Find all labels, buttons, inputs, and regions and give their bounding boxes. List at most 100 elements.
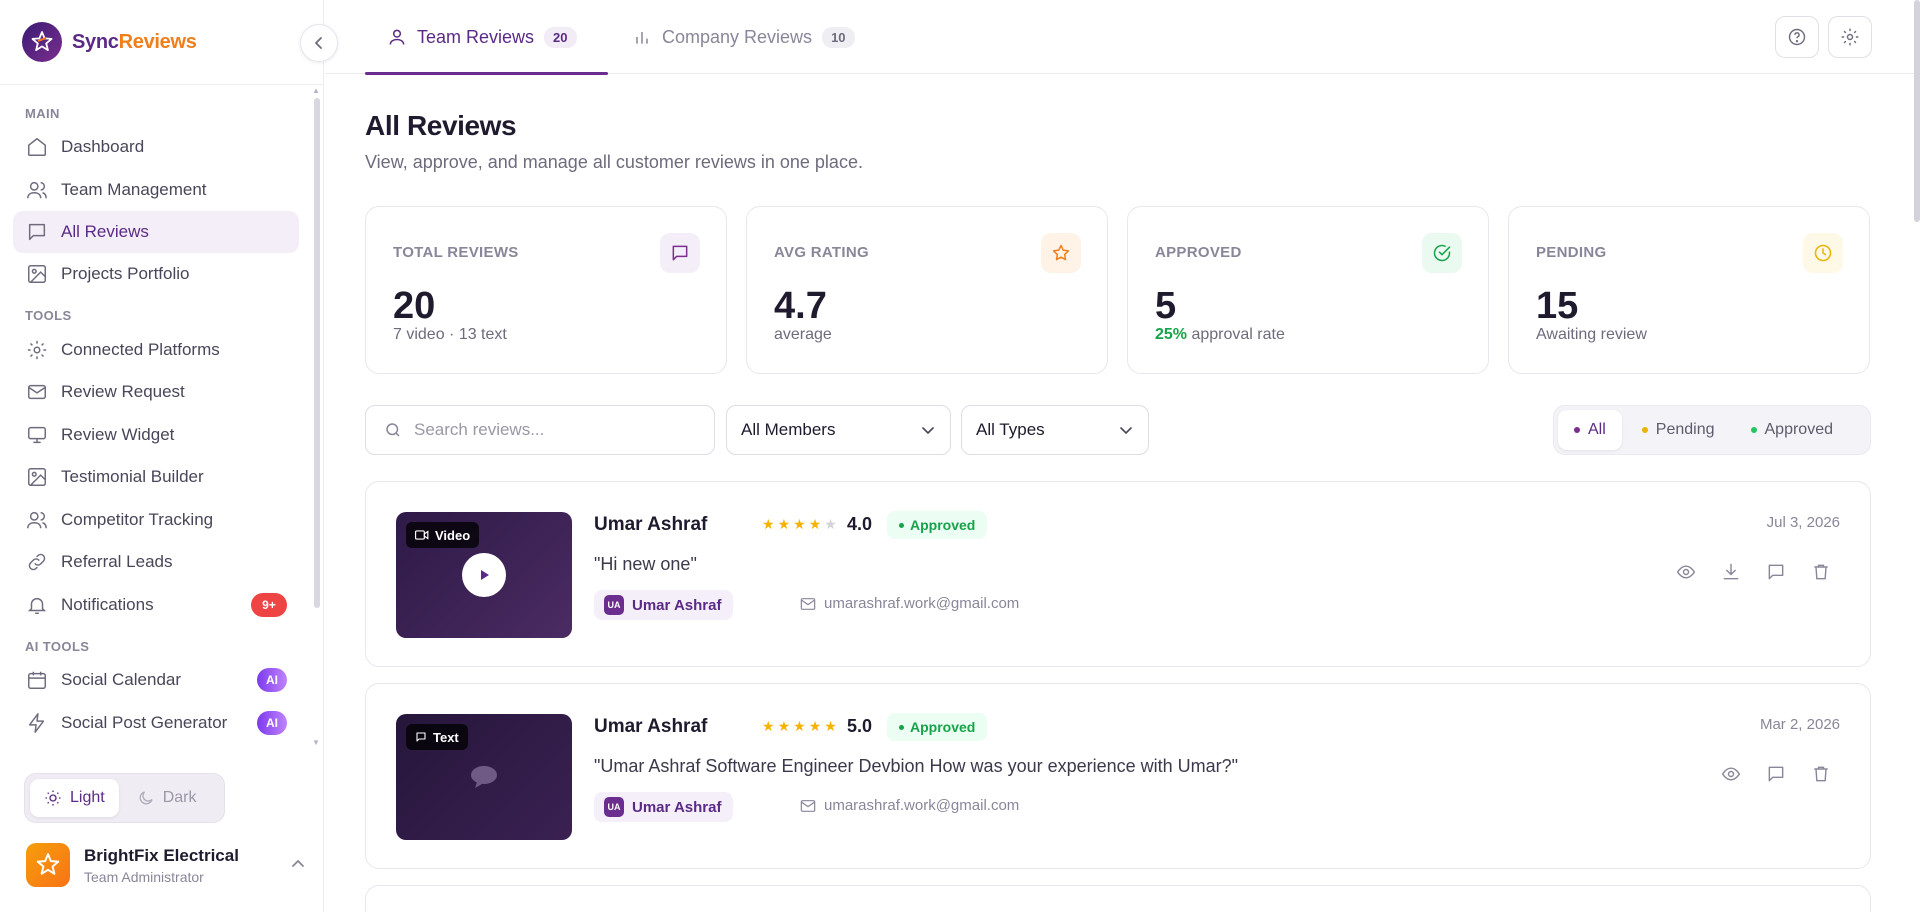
theme-toggle: Light Dark: [24, 773, 225, 823]
download-button[interactable]: [1719, 560, 1742, 583]
settings-button[interactable]: [1828, 16, 1872, 58]
star-rating: ★ ★ ★ ★ ★: [762, 516, 837, 533]
delete-button[interactable]: [1809, 762, 1832, 785]
review-card[interactable]: [365, 885, 1871, 912]
sidebar-scrollbar[interactable]: [314, 98, 320, 608]
status-filter-all[interactable]: All: [1558, 410, 1622, 450]
member-chip[interactable]: UA Umar Ashraf: [594, 792, 734, 822]
video-icon: [415, 530, 429, 540]
search-input[interactable]: [414, 420, 694, 440]
stat-label: TOTAL REVIEWS: [393, 244, 519, 261]
sidebar-item-referral-leads[interactable]: Referral Leads: [13, 541, 299, 583]
types-select-value: All Types: [976, 420, 1045, 439]
reviewer-name: Umar Ashraf: [594, 716, 708, 737]
review-actions: [1674, 560, 1832, 583]
sidebar-item-label: Referral Leads: [61, 552, 173, 571]
play-button[interactable]: [462, 553, 506, 597]
stat-subtext: average: [774, 326, 832, 343]
star-icon: ★: [762, 718, 775, 734]
review-type-tag: Text: [406, 724, 468, 750]
page-scrollbar[interactable]: [1914, 0, 1920, 222]
message-square-icon: [25, 220, 49, 244]
sidebar-item-label: Competitor Tracking: [61, 510, 214, 529]
tab-label: Company Reviews: [662, 26, 813, 47]
user-account-menu[interactable]: BrightFix Electrical Team Administrator: [26, 840, 306, 890]
top-tab-bar: Team Reviews 20 Company Reviews 10: [325, 0, 1920, 75]
mail-icon: [800, 597, 816, 610]
sidebar-item-social-post-generator[interactable]: Social Post Generator AI: [13, 702, 299, 744]
sidebar-item-label: Projects Portfolio: [61, 264, 190, 283]
theme-dark-button[interactable]: Dark: [123, 779, 211, 817]
stat-card-total-reviews: TOTAL REVIEWS 20 7 video · 13 text: [365, 206, 727, 374]
sidebar-item-label: Dashboard: [61, 137, 145, 156]
sidebar-item-notifications[interactable]: Notifications 9+: [13, 584, 299, 626]
comment-button[interactable]: [1764, 560, 1787, 583]
scroll-down-arrow-icon[interactable]: ▼: [312, 738, 320, 747]
stat-subtext: Awaiting review: [1536, 326, 1647, 343]
ai-badge: AI: [257, 711, 287, 735]
page-title: All Reviews: [365, 110, 517, 141]
star-icon: ★: [808, 516, 822, 532]
stat-value: 4.7: [774, 285, 827, 327]
user-role: Team Administrator: [84, 868, 204, 885]
review-card[interactable]: Text Umar Ashraf ★ ★ ★ ★ ★ 5.0 Approved "Uma…: [365, 683, 1871, 869]
scroll-up-arrow-icon[interactable]: ▲: [312, 86, 320, 95]
review-actions: [1719, 762, 1832, 785]
theme-light-button[interactable]: Light: [30, 779, 119, 817]
clock-icon: [1803, 233, 1843, 273]
sidebar-item-dashboard[interactable]: Dashboard: [13, 126, 299, 168]
sidebar-item-team-management[interactable]: Team Management: [13, 169, 299, 211]
star-icon: ★: [793, 718, 806, 734]
reviewer-name: Umar Ashraf: [594, 514, 708, 535]
bar-chart-icon: [636, 32, 648, 44]
tab-count-badge: 20: [544, 26, 577, 48]
sidebar-item-label: All Reviews: [61, 222, 149, 241]
text-thumbnail[interactable]: Text: [396, 714, 572, 840]
sidebar-item-label: Social Post Generator: [61, 713, 228, 732]
collapse-sidebar-button[interactable]: [300, 24, 338, 62]
sidebar-item-label: Social Calendar: [61, 670, 182, 689]
status-filter-pending[interactable]: Pending: [1626, 410, 1731, 450]
status-filter-approved[interactable]: Approved: [1735, 410, 1850, 450]
stat-value: 5: [1155, 285, 1177, 327]
sidebar-item-competitor-tracking[interactable]: Competitor Tracking: [13, 499, 299, 541]
status-filter-label: Pending: [1655, 421, 1715, 438]
message-square-icon: [660, 233, 700, 273]
view-button[interactable]: [1719, 762, 1742, 785]
review-text: "Umar Ashraf Software Engineer Devbion H…: [594, 756, 1239, 776]
approval-rate-percent: 25%: [1155, 326, 1188, 343]
tab-team-reviews[interactable]: Team Reviews 20: [387, 0, 577, 74]
theme-dark-label: Dark: [162, 789, 197, 806]
members-select[interactable]: All Members: [726, 405, 951, 455]
bell-icon: [25, 593, 49, 617]
tab-company-reviews[interactable]: Company Reviews 10: [632, 0, 855, 74]
review-text: "Hi new one": [594, 554, 697, 574]
page-subtitle: View, approve, and manage all customer r…: [365, 152, 863, 172]
status-badge: Approved: [887, 713, 988, 741]
monitor-icon: [25, 423, 49, 447]
review-card[interactable]: Video Umar Ashraf ★ ★ ★ ★ ★ 4.0 Approved "Hi…: [365, 481, 1871, 667]
sidebar-item-testimonial-builder[interactable]: Testimonial Builder: [13, 456, 299, 498]
sidebar-item-all-reviews[interactable]: All Reviews: [13, 211, 299, 253]
message-square-icon: [416, 732, 426, 742]
help-button[interactable]: [1775, 16, 1819, 58]
sidebar-item-projects-portfolio[interactable]: Projects Portfolio: [13, 253, 299, 295]
types-select[interactable]: All Types: [961, 405, 1149, 455]
member-chip[interactable]: UA Umar Ashraf: [594, 590, 734, 620]
star-icon: ★: [824, 516, 837, 532]
video-thumbnail[interactable]: Video: [396, 512, 572, 638]
user-icon: [389, 29, 405, 45]
view-button[interactable]: [1674, 560, 1697, 583]
tab-count-badge: 10: [822, 26, 855, 48]
comment-button[interactable]: [1764, 762, 1787, 785]
sidebar-item-review-request[interactable]: Review Request: [13, 371, 299, 413]
delete-button[interactable]: [1809, 560, 1832, 583]
brand[interactable]: SyncReviews: [22, 22, 197, 62]
gear-icon: [25, 338, 49, 362]
sidebar-item-social-calendar[interactable]: Social Calendar AI: [13, 659, 299, 701]
sidebar-item-review-widget[interactable]: Review Widget: [13, 414, 299, 456]
zap-icon: [25, 711, 49, 735]
sidebar-item-connected-platforms[interactable]: Connected Platforms: [13, 329, 299, 371]
search-icon: [386, 423, 400, 437]
chevron-up-icon[interactable]: [290, 856, 306, 877]
